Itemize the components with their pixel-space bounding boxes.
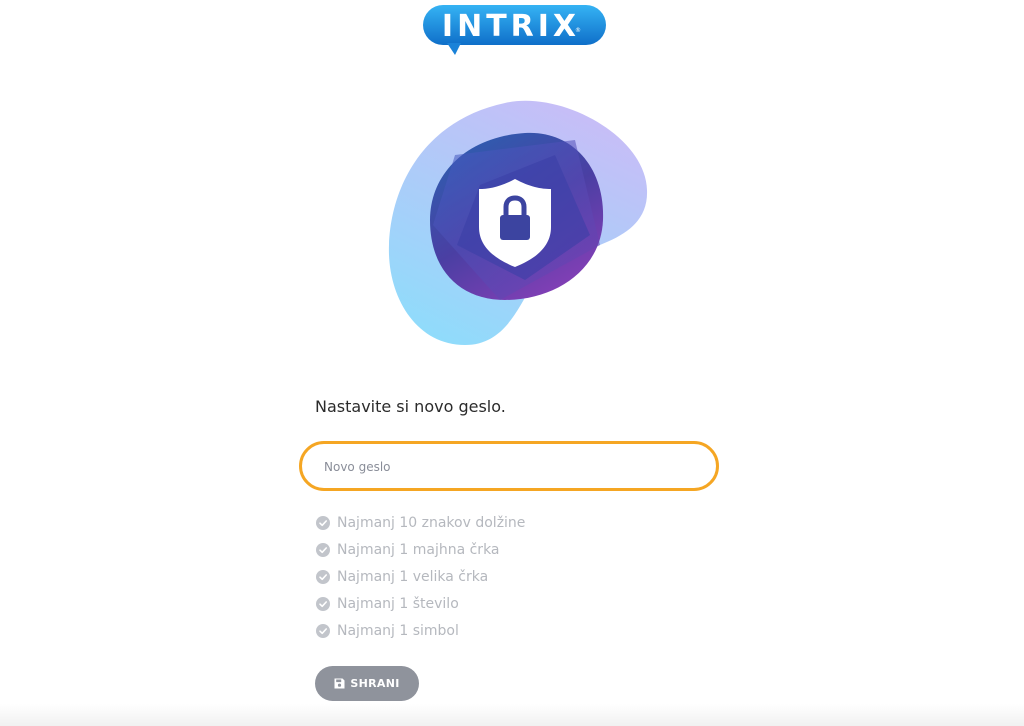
security-illustration [385,95,655,350]
password-rules: Najmanj 10 znakov dolžine Najmanj 1 majh… [316,509,525,644]
bottom-edge [0,704,1024,726]
rule-uppercase: Najmanj 1 velika črka [316,563,525,590]
rule-number: Najmanj 1 število [316,590,525,617]
rule-lowercase: Najmanj 1 majhna črka [316,536,525,563]
rule-label: Najmanj 1 majhna črka [337,541,500,558]
lock-icon [500,215,530,240]
check-circle-icon [316,515,330,530]
rule-label: Najmanj 1 simbol [337,622,459,639]
check-circle-icon [316,623,330,638]
rule-min-length: Najmanj 10 znakov dolžine [316,509,525,536]
rule-label: Najmanj 10 znakov dolžine [337,514,526,531]
check-circle-icon [316,596,330,611]
rule-label: Najmanj 1 število [337,595,459,612]
save-button-label: SHRANI [350,677,400,690]
new-password-input[interactable] [322,444,706,490]
registered-mark: ® [575,27,581,34]
check-circle-icon [316,569,330,584]
save-button[interactable]: SHRANI [315,666,419,701]
check-circle-icon [316,542,330,557]
new-password-field[interactable] [299,441,719,491]
floppy-disk-icon [334,678,345,689]
rule-label: Najmanj 1 velika črka [337,568,489,585]
logo-wordmark: intrix [441,8,581,44]
rule-symbol: Najmanj 1 simbol [316,617,525,644]
page-title: Nastavite si novo geslo. [315,397,506,416]
